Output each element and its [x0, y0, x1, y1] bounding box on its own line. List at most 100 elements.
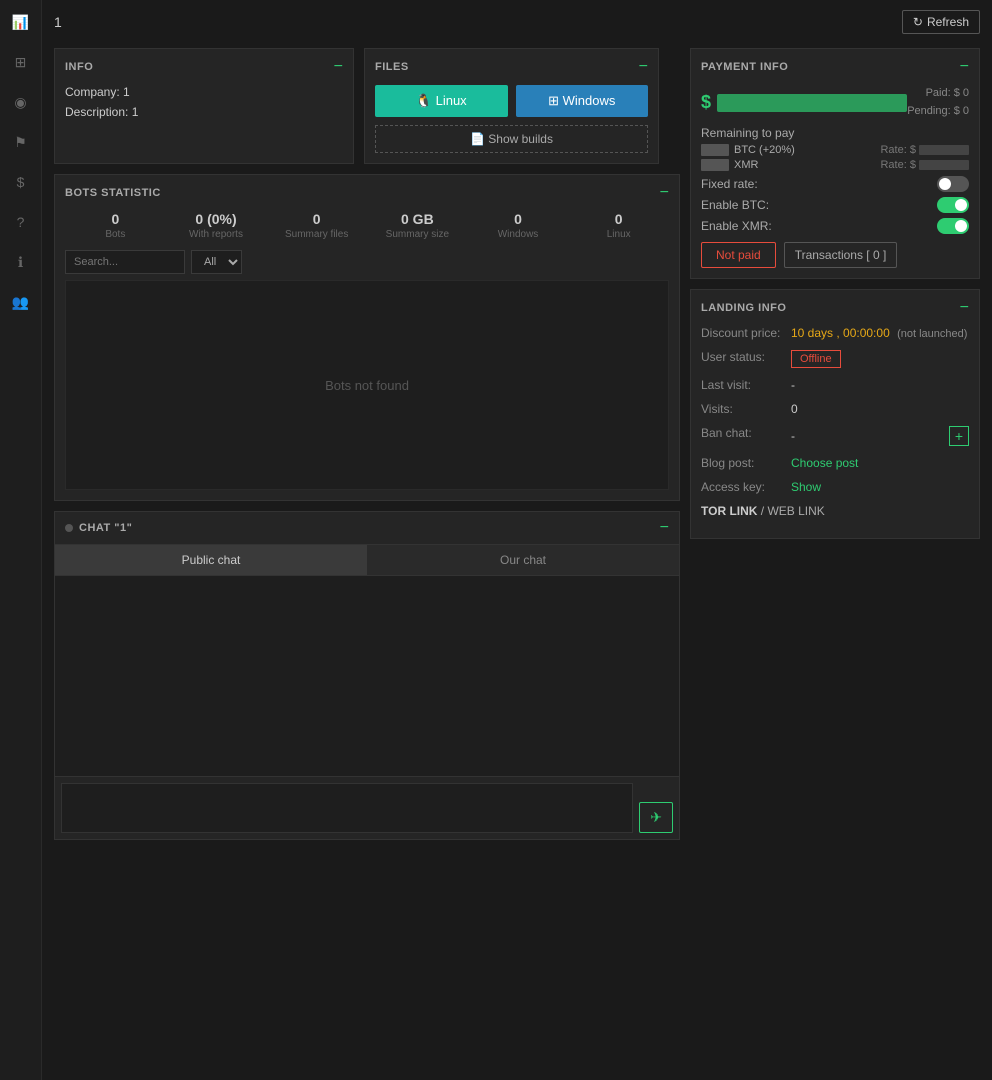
show-access-key-button[interactable]: Show	[791, 480, 821, 494]
access-key-label: Access key:	[701, 480, 791, 494]
tor-link-label: TOR LINK	[701, 504, 757, 518]
last-visit-label: Last visit:	[701, 378, 791, 392]
files-collapse-button[interactable]: −	[639, 59, 648, 75]
refresh-button[interactable]: ↻ Refresh	[902, 10, 980, 34]
stat-size-num: 0 GB	[367, 211, 468, 227]
top-section: INFO − Company: 1 Description: 1	[54, 48, 980, 840]
ban-chat-row: Ban chat: - +	[701, 426, 969, 446]
enable-xmr-row: Enable XMR:	[701, 218, 969, 234]
paid-amount: Paid: $ 0	[907, 85, 969, 103]
chat-collapse-button[interactable]: −	[660, 520, 669, 536]
description-row: Description: 1	[65, 105, 343, 119]
ban-chat-label: Ban chat:	[701, 426, 791, 440]
info-files-row: INFO − Company: 1 Description: 1	[54, 48, 680, 164]
fixed-rate-row: Fixed rate:	[701, 176, 969, 192]
dollar-icon[interactable]: $	[9, 170, 33, 194]
files-panel-title: FILES	[375, 61, 409, 73]
landing-panel: LANDING INFO − Discount price: 10 days ,…	[690, 289, 980, 539]
discount-label: Discount price:	[701, 326, 791, 340]
tor-link-row: TOR LINK / WEB LINK	[701, 504, 969, 518]
transactions-button[interactable]: Transactions [ 0 ]	[784, 242, 898, 268]
blog-post-row: Blog post: Choose post	[701, 456, 969, 470]
not-paid-button[interactable]: Not paid	[701, 242, 776, 268]
enable-btc-toggle[interactable]	[937, 197, 969, 213]
info-panel-title: INFO	[65, 61, 93, 73]
dollar-sign-icon: $	[701, 92, 711, 113]
chat-status-dot	[65, 524, 73, 532]
discount-time: 10 days , 00:00:00	[791, 326, 890, 340]
stat-size: 0 GB Summary size	[367, 211, 468, 240]
enable-xmr-toggle[interactable]	[937, 218, 969, 234]
grid-icon[interactable]: ⊞	[9, 50, 33, 74]
btc-bar	[701, 144, 729, 156]
chat-panel: CHAT "1" − Public chat Our chat ✈	[54, 511, 680, 840]
our-chat-tab[interactable]: Our chat	[367, 545, 679, 575]
info-panel: INFO − Company: 1 Description: 1	[54, 48, 354, 164]
choose-post-link[interactable]: Choose post	[791, 456, 858, 470]
access-key-value: Show	[791, 480, 969, 494]
ban-chat-value: -	[791, 429, 795, 443]
fixed-rate-toggle[interactable]	[937, 176, 969, 192]
refresh-icon: ↻	[913, 15, 923, 29]
help-icon[interactable]: ?	[9, 210, 33, 234]
landing-panel-title: LANDING INFO	[701, 302, 786, 314]
left-column: INFO − Company: 1 Description: 1	[54, 48, 680, 840]
payment-buttons: Not paid Transactions [ 0 ]	[701, 242, 969, 268]
bots-panel-title: BOTS STATISTIC	[65, 187, 161, 199]
send-button[interactable]: ✈	[639, 802, 673, 833]
info-collapse-button[interactable]: −	[334, 59, 343, 75]
btc-label: BTC (+20%)	[734, 144, 880, 156]
xmr-rate: Rate: $	[880, 159, 969, 171]
linux-button[interactable]: 🐧 Linux	[375, 85, 508, 117]
chart-icon[interactable]: 📊	[9, 10, 33, 34]
user-status-row: User status: Offline	[701, 350, 969, 368]
ban-chat-add-button[interactable]: +	[949, 426, 969, 446]
chat-panel-title: CHAT "1"	[79, 522, 132, 534]
page-title: 1	[54, 14, 62, 30]
stat-bots-label: Bots	[65, 229, 166, 240]
xmr-label: XMR	[734, 159, 880, 171]
chat-input[interactable]	[61, 783, 633, 833]
status-badge: Offline	[791, 350, 841, 368]
windows-button[interactable]: ⊞ Windows	[516, 85, 649, 117]
sidebar: 📊 ⊞ ◉ ⚑ $ ? ℹ 👥	[0, 0, 42, 1080]
not-launched-text: (not launched)	[897, 328, 967, 340]
xmr-row: XMR Rate: $	[701, 159, 969, 171]
stat-reports-num: 0 (0%)	[166, 211, 267, 227]
fixed-rate-label: Fixed rate:	[701, 177, 758, 191]
public-chat-tab[interactable]: Public chat	[55, 545, 367, 575]
last-visit-row: Last visit: -	[701, 378, 969, 392]
info-icon[interactable]: ℹ	[9, 250, 33, 274]
blog-post-value: Choose post	[791, 456, 969, 470]
payment-panel-header: PAYMENT INFO −	[701, 59, 969, 75]
filter-select[interactable]: All	[191, 250, 242, 274]
show-builds-button[interactable]: 📄 Show builds	[375, 125, 648, 153]
stat-linux: 0 Linux	[568, 211, 669, 240]
files-panel: FILES − 🐧 Linux ⊞ Windows 📄 Show builds	[364, 48, 659, 164]
stat-windows: 0 Windows	[468, 211, 569, 240]
globe-icon[interactable]: ◉	[9, 90, 33, 114]
payment-panel-title: PAYMENT INFO	[701, 61, 788, 73]
landing-collapse-button[interactable]: −	[960, 300, 969, 316]
payment-collapse-button[interactable]: −	[960, 59, 969, 75]
payment-panel: PAYMENT INFO − $ Paid: $ 0 Pending: $ 0 …	[690, 48, 980, 279]
btc-rate: Rate: $	[880, 144, 969, 156]
stat-files: 0 Summary files	[266, 211, 367, 240]
xmr-bar	[701, 159, 729, 171]
chat-title-row: CHAT "1"	[65, 522, 132, 534]
search-input[interactable]	[65, 250, 185, 274]
chat-messages	[55, 576, 679, 776]
bots-empty-message: Bots not found	[325, 378, 409, 393]
blog-post-label: Blog post:	[701, 456, 791, 470]
pending-amount: Pending: $ 0	[907, 103, 969, 121]
user-status-label: User status:	[701, 350, 791, 364]
chat-header: CHAT "1" −	[55, 512, 679, 545]
users-icon[interactable]: 👥	[9, 290, 33, 314]
company-row: Company: 1	[65, 85, 343, 99]
stat-reports: 0 (0%) With reports	[166, 211, 267, 240]
flag-icon[interactable]: ⚑	[9, 130, 33, 154]
discount-row: Discount price: 10 days , 00:00:00 (not …	[701, 326, 969, 340]
stats-row: 0 Bots 0 (0%) With reports 0 Summary fil…	[65, 211, 669, 240]
bots-collapse-button[interactable]: −	[660, 185, 669, 201]
stat-windows-num: 0	[468, 211, 569, 227]
